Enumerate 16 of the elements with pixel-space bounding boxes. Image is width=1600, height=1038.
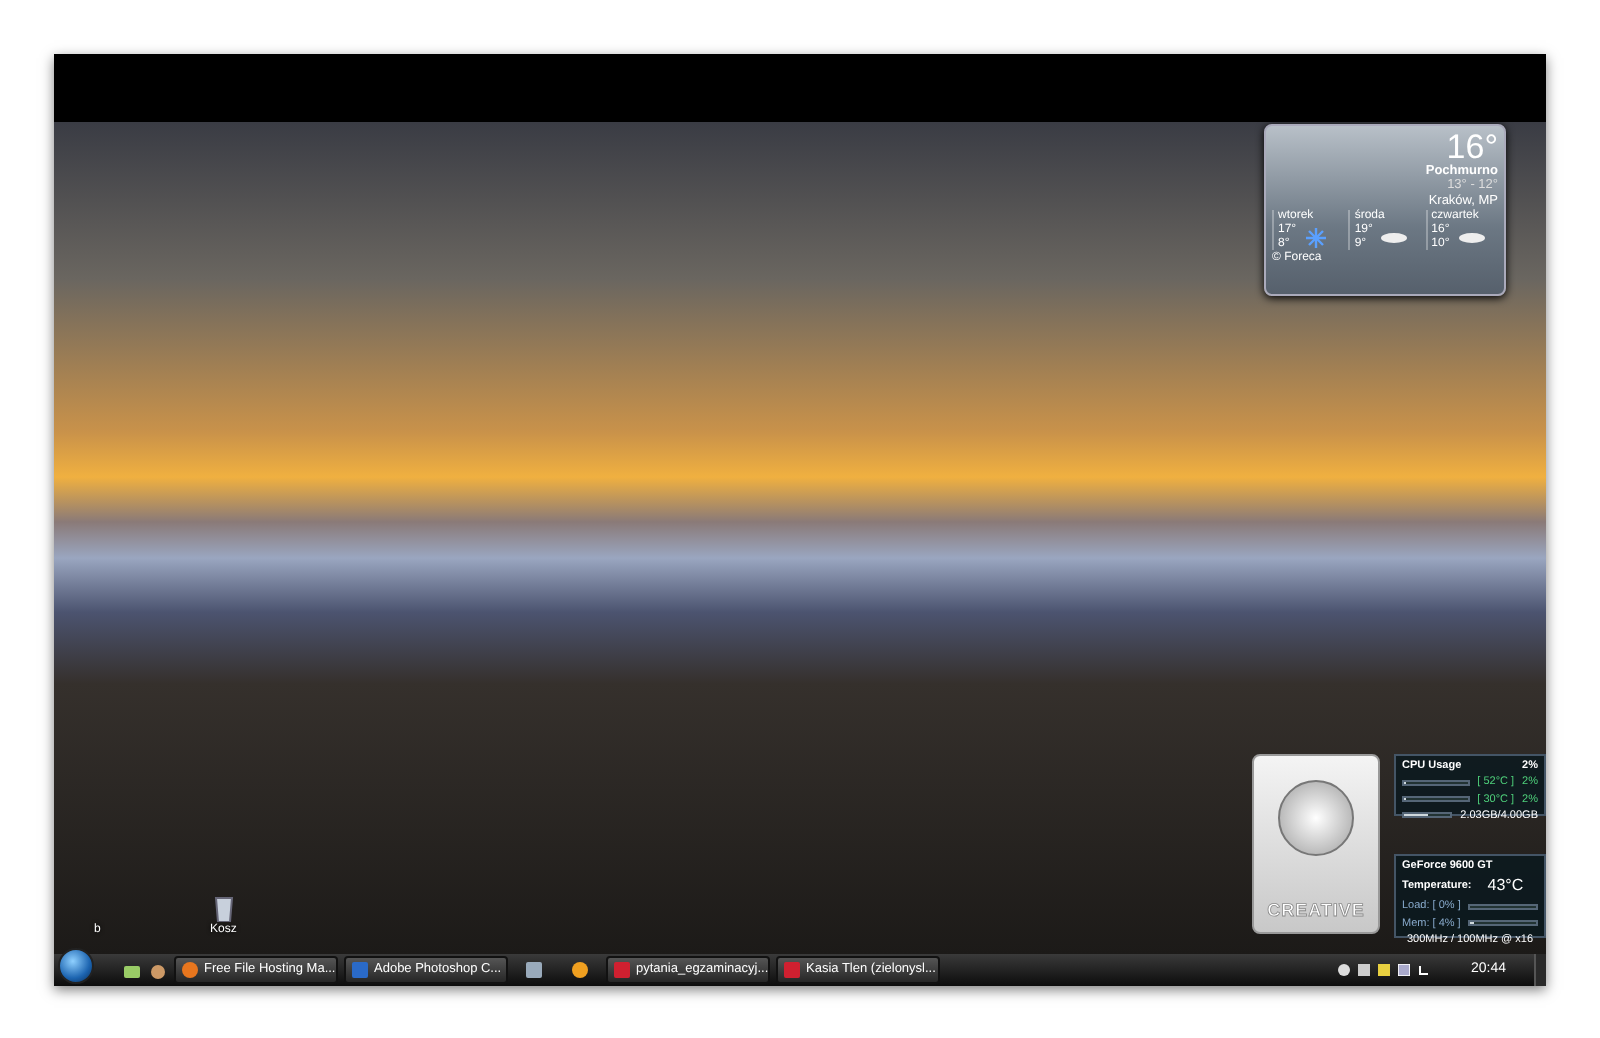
start-button[interactable] — [58, 948, 94, 984]
cloud-icon — [1380, 231, 1409, 244]
app-icon — [182, 962, 198, 978]
snowflake-icon — [1304, 225, 1329, 250]
taskbar-icon[interactable] — [572, 962, 588, 978]
app-icon — [352, 962, 368, 978]
temperature-text: 16° — [1446, 130, 1498, 164]
network-icon[interactable] — [1418, 964, 1431, 976]
cloud-icon — [1457, 231, 1486, 244]
gpu-bar-track — [1468, 903, 1538, 910]
brand-logo: CREATIVE — [1267, 897, 1365, 923]
app-icon — [614, 962, 630, 978]
recycle-bin-icon — [213, 894, 234, 922]
app-icon — [784, 962, 800, 978]
gpu-temperature: 43°C — [1487, 874, 1524, 899]
volume-knob — [1278, 780, 1354, 856]
